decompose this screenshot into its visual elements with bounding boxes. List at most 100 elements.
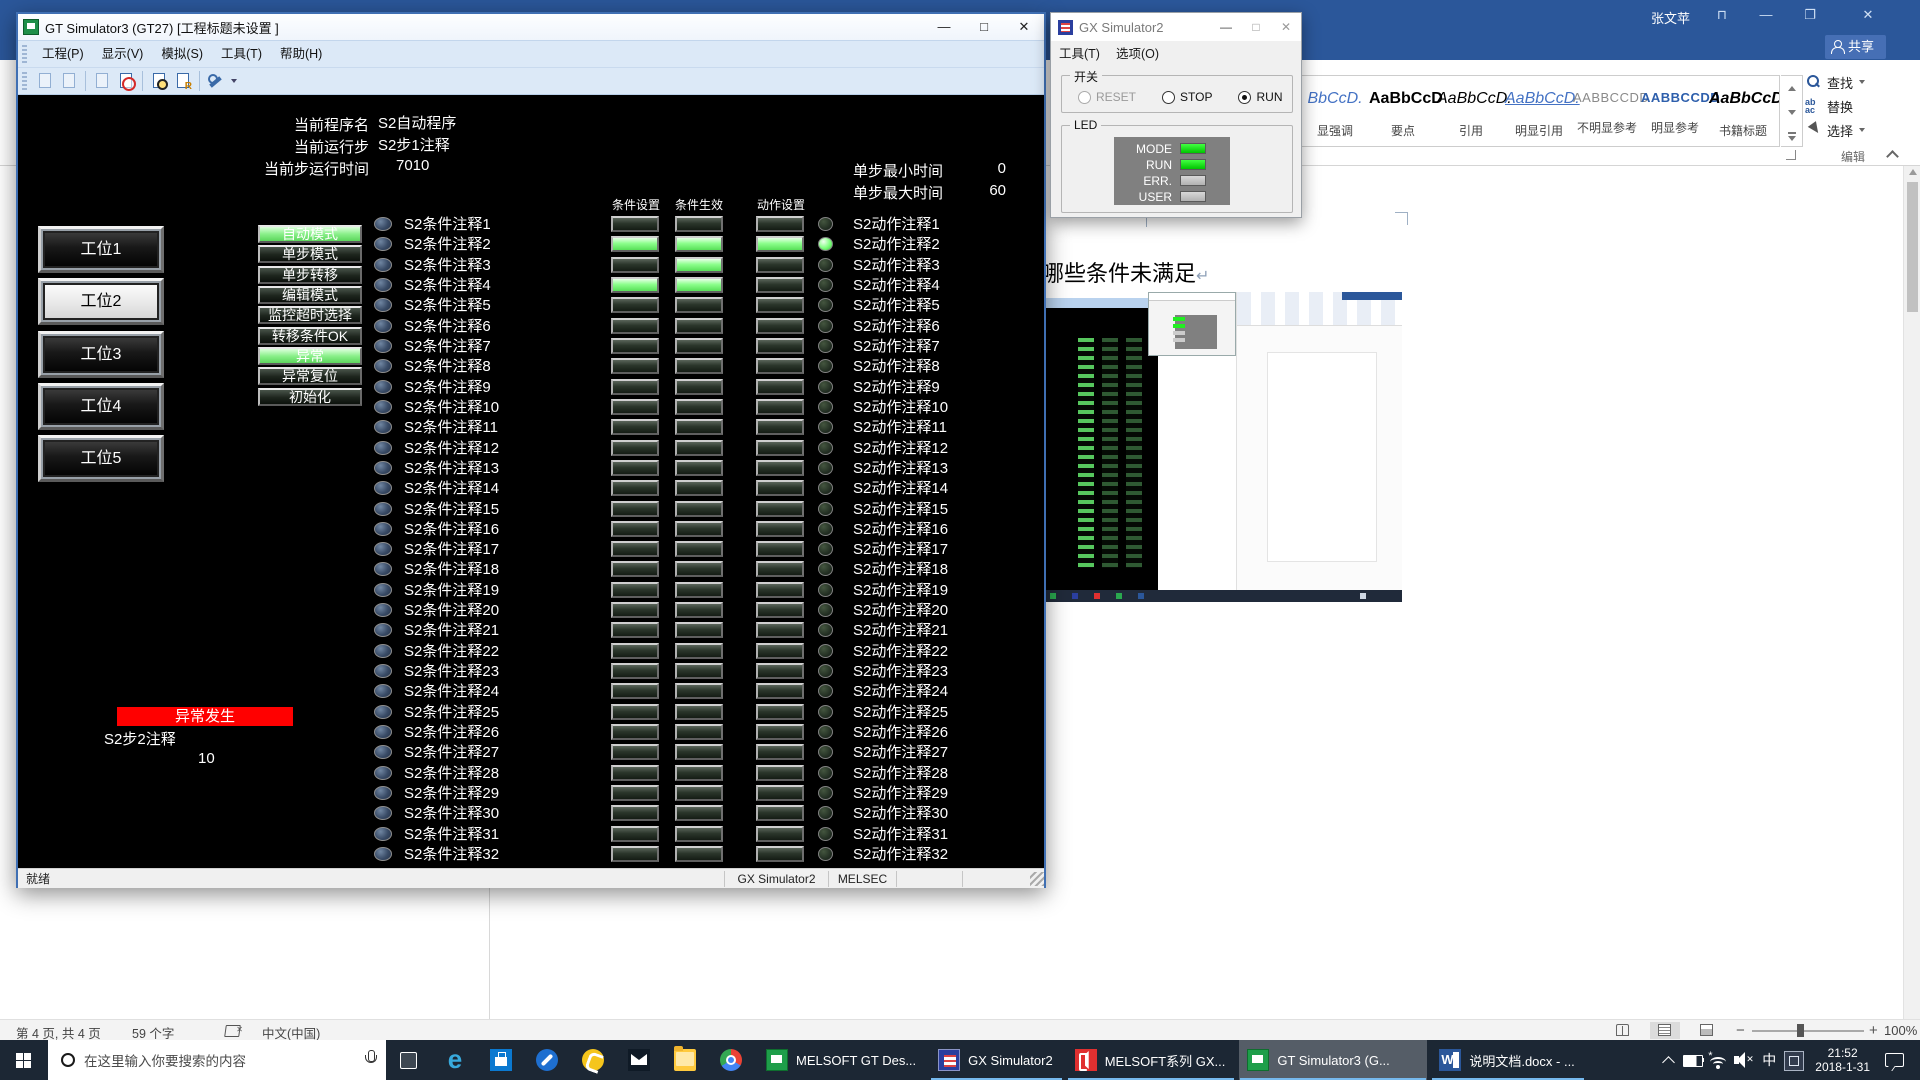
battery-icon[interactable] <box>1681 1040 1707 1080</box>
style-entry-2[interactable]: AaBbCcD要点 <box>1369 76 1437 146</box>
save-icon[interactable] <box>92 71 112 91</box>
zoom-in-button[interactable]: + <box>1869 1022 1878 1039</box>
gx-minimize-icon[interactable]: — <box>1211 14 1241 40</box>
gx-titlebar[interactable]: GX Simulator2 — □ ✕ <box>1051 13 1301 41</box>
wifi-icon[interactable] <box>1707 1040 1731 1080</box>
web-layout-icon[interactable] <box>1692 1022 1722 1039</box>
station-button-3[interactable]: 工位3 <box>38 331 164 378</box>
style-entry-6[interactable]: AABBCCDD明显参考 <box>1641 76 1709 146</box>
open-icon[interactable] <box>35 71 55 91</box>
style-entry-5[interactable]: AABBCCDD不明显参考 <box>1573 76 1641 146</box>
find-button[interactable]: 查找 <box>1805 70 1905 94</box>
store-icon[interactable] <box>478 1040 524 1080</box>
dialog-launcher-icon[interactable] <box>1786 150 1796 160</box>
styles-gallery[interactable]: BbCcD.显强调AaBbCcD要点AaBbCcD.引用AaBbCcD.明显引用… <box>1300 75 1780 147</box>
task-view-button[interactable] <box>386 1040 432 1080</box>
scroll-up-icon[interactable] <box>1909 169 1917 175</box>
style-entry-1[interactable]: BbCcD.显强调 <box>1301 76 1369 146</box>
action-center-icon[interactable] <box>1878 1040 1912 1080</box>
resize-grip[interactable] <box>1030 872 1044 886</box>
microphone-icon[interactable] <box>364 1050 376 1070</box>
ime-toolbar-icon[interactable] <box>1781 1040 1807 1080</box>
explorer-icon[interactable] <box>662 1040 708 1080</box>
mode-button-1[interactable]: 自动模式 <box>258 225 362 243</box>
station-button-2[interactable]: 工位2 <box>38 278 164 325</box>
zoom-percentage[interactable]: 100% <box>1884 1023 1917 1038</box>
taskbar-app-word[interactable]: 说明文档.docx - ... <box>1431 1040 1584 1080</box>
taskbar-search-input[interactable]: 在这里输入你要搜索的内容 <box>48 1040 386 1080</box>
settings-icon[interactable] <box>524 1040 570 1080</box>
resource-r-icon[interactable] <box>173 71 193 91</box>
style-entry-3[interactable]: AaBbCcD.引用 <box>1437 76 1505 146</box>
taskbar-app-gx-simulator2[interactable]: GX Simulator2 <box>930 1040 1063 1080</box>
read-mode-icon[interactable] <box>1608 1022 1638 1039</box>
zoom-out-button[interactable]: − <box>1736 1022 1745 1039</box>
scrollbar-thumb[interactable] <box>1907 182 1918 312</box>
gx-menu-item-1[interactable]: 工具(T) <box>1051 43 1108 62</box>
chrome-icon[interactable] <box>708 1040 754 1080</box>
volume-muted-icon[interactable] <box>1731 1040 1757 1080</box>
word-restore-icon[interactable]: ❐ <box>1788 0 1832 30</box>
mode-button-3[interactable]: 单步转移 <box>258 266 362 284</box>
action-led <box>818 237 833 251</box>
styles-gallery-scrollbar[interactable] <box>1781 75 1803 147</box>
load-icon[interactable] <box>59 71 79 91</box>
hidden-icons-chevron[interactable] <box>1657 1040 1681 1080</box>
word-minimize-icon[interactable]: — <box>1744 0 1788 30</box>
gt-minimize-icon[interactable]: — <box>924 16 964 38</box>
select-button[interactable]: 选择 <box>1805 118 1905 142</box>
ribbon-options-icon[interactable]: ⊓ <box>1700 0 1744 30</box>
style-entry-7[interactable]: AaBbCcD书籍标题 <box>1709 76 1777 146</box>
gx-menu-item-2[interactable]: 选项(O) <box>1108 43 1167 62</box>
collapse-ribbon-icon[interactable] <box>1886 148 1898 160</box>
word-close-icon[interactable]: ✕ <box>1846 0 1890 30</box>
clock[interactable]: 21:522018-1-31 <box>1807 1040 1878 1080</box>
replace-button[interactable]: abac替换 <box>1805 94 1905 118</box>
proofing-icon[interactable] <box>225 1024 241 1037</box>
toolbar-overflow-icon[interactable] <box>231 79 237 83</box>
taskbar-app-melsoft-gx-works[interactable]: MELSOFT系列 GX... <box>1067 1040 1236 1080</box>
gx-close-icon[interactable]: ✕ <box>1271 14 1301 40</box>
option-tool-icon[interactable] <box>206 71 226 91</box>
style-name: 书籍标题 <box>1709 122 1777 139</box>
radio-run[interactable]: RUN <box>1238 90 1282 104</box>
gt-menu-item-3[interactable]: 模拟(S) <box>152 43 212 65</box>
station-button-5[interactable]: 工位5 <box>38 435 164 482</box>
gt-menu-item-1[interactable]: 工程(P) <box>33 43 93 65</box>
taskbar-app-melsoft-gt-designer[interactable]: MELSOFT GT Des... <box>758 1040 926 1080</box>
radio-stop[interactable]: STOP <box>1162 90 1212 104</box>
gallery-scroll-up-icon[interactable] <box>1781 76 1802 100</box>
gt-menu-item-5[interactable]: 帮助(H) <box>271 43 331 65</box>
gallery-scroll-down-icon[interactable] <box>1781 100 1802 124</box>
print-layout-icon[interactable] <box>1650 1022 1680 1039</box>
mode-button-7[interactable]: 异常 <box>258 347 362 365</box>
taskbar-app-gt-simulator3[interactable]: GT Simulator3 (G... <box>1239 1040 1427 1080</box>
gt-menu-item-2[interactable]: 显示(V) <box>93 43 153 65</box>
gx-find-icon[interactable] <box>149 71 169 91</box>
document-scrollbar[interactable] <box>1903 166 1920 1019</box>
edge-icon[interactable]: e <box>432 1040 478 1080</box>
style-entry-4[interactable]: AaBbCcD.明显引用 <box>1505 76 1573 146</box>
mail-icon[interactable] <box>616 1040 662 1080</box>
stop-monitor-icon[interactable] <box>116 71 136 91</box>
ime-mode-indicator[interactable]: 中 <box>1757 1040 1781 1080</box>
gt-menu-item-4[interactable]: 工具(T) <box>212 43 271 65</box>
mode-button-9[interactable]: 初始化 <box>258 388 362 406</box>
gt-titlebar[interactable]: GT Simulator3 (GT27) [工程标题未设置 ] — □ ✕ <box>18 14 1044 40</box>
gt-close-icon[interactable]: ✕ <box>1004 16 1044 38</box>
mode-button-2[interactable]: 单步模式 <box>258 245 362 263</box>
mode-button-4[interactable]: 编辑模式 <box>258 286 362 304</box>
mode-button-6[interactable]: 转移条件OK <box>258 327 362 345</box>
start-button[interactable] <box>0 1040 48 1080</box>
mode-button-5[interactable]: 监控超时选择 <box>258 306 362 324</box>
zoom-slider[interactable] <box>1752 1030 1864 1032</box>
share-button[interactable]: 共享 <box>1825 35 1886 59</box>
gallery-expand-icon[interactable] <box>1781 124 1802 148</box>
station-button-1[interactable]: 工位1 <box>38 226 164 273</box>
zoom-slider-thumb[interactable] <box>1797 1024 1804 1037</box>
mode-button-8[interactable]: 异常复位 <box>258 367 362 385</box>
sogou-icon[interactable] <box>570 1040 616 1080</box>
gt-maximize-icon[interactable]: □ <box>964 16 1004 38</box>
embedded-screenshot[interactable] <box>1020 292 1402 602</box>
station-button-4[interactable]: 工位4 <box>38 383 164 430</box>
